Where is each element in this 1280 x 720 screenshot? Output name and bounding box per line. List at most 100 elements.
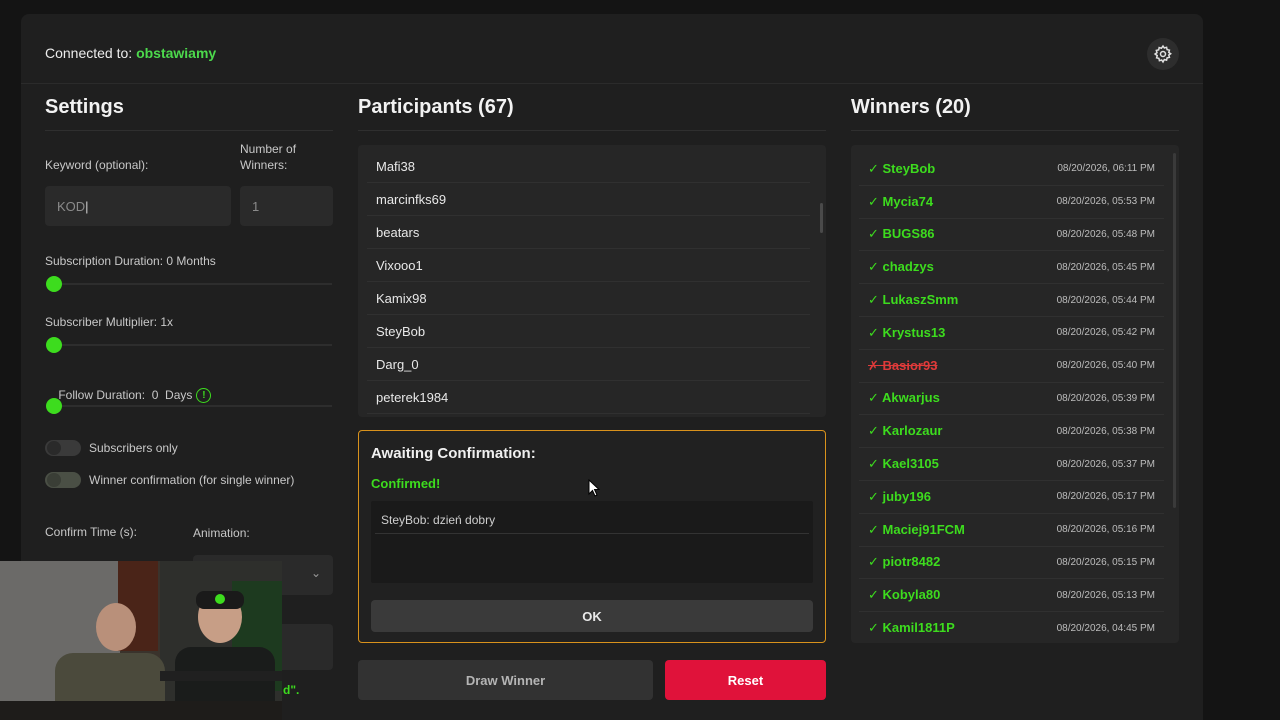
participants-list[interactable]: Mafi38 marcinfks69 beatars Vixooo1 Kamix… [358,145,826,417]
winner-row: ✓ SteyBob 08/20/2026, 06:11 PM [859,153,1164,186]
winner-timestamp: 08/20/2026, 05:39 PM [1056,392,1155,404]
winner-timestamp: 08/20/2026, 04:45 PM [1056,622,1155,634]
gear-icon [1153,44,1172,64]
subscriber-multiplier-knob[interactable] [46,337,62,353]
settings-divider [45,130,333,131]
winner-name: ✗ Basior93 [868,357,938,373]
chat-message-box: SteyBob: dzień dobry [371,501,813,583]
reset-button[interactable]: Reset [665,660,826,700]
winner-name: ✓ piotr8482 [868,554,941,570]
participant-item: Darg_0 [367,348,810,381]
chat-message: SteyBob: dzień dobry [381,513,496,527]
subscriber-multiplier-slider[interactable] [56,344,332,346]
winner-row: ✓ Akwarjus 08/20/2026, 05:39 PM [859,383,1164,416]
winner-row: ✓ Mycia74 08/20/2026, 05:53 PM [859,186,1164,219]
winner-name: ✓ Maciej91FCM [868,521,965,537]
winners-count-input[interactable]: 1 [240,186,333,226]
partial-label: d". [283,683,300,697]
winners-count-value: 1 [252,198,260,214]
participant-item: SteyBob [367,315,810,348]
winner-row: ✓ juby196 08/20/2026, 05:17 PM [859,481,1164,514]
follow-duration-text: Follow Duration: 0 Days [58,388,193,402]
winner-row: ✓ Kobyla80 08/20/2026, 05:13 PM [859,579,1164,613]
subscribers-only-toggle[interactable] [45,440,81,456]
settings-title: Settings [45,96,124,118]
winner-name: ✓ Kamil1811P [868,620,955,636]
winner-name: ✓ Akwarjus [868,390,940,406]
participant-item: Vixooo1 [367,249,810,282]
winner-confirmation-toggle[interactable] [45,472,81,488]
winner-name: ✓ BUGS86 [868,226,935,242]
participant-item: Kamix98 [367,282,810,315]
winner-row: ✓ LukaszSmm 08/20/2026, 05:44 PM [859,284,1164,317]
winners-count-label-line2: Winners: [240,158,288,172]
winner-row: ✓ Kael3105 08/20/2026, 05:37 PM [859,448,1164,481]
winners-count-label-line1: Number of [240,142,297,156]
winner-timestamp: 08/20/2026, 05:38 PM [1056,425,1155,437]
participant-item: peterek1984 [367,381,810,414]
participants-scrollbar[interactable] [820,203,823,233]
participants-divider [358,130,826,131]
winner-timestamp: 08/20/2026, 05:15 PM [1056,556,1155,568]
winner-row: ✓ Kamil1811P 08/20/2026, 04:45 PM [859,612,1164,643]
winner-timestamp: 08/20/2026, 06:11 PM [1057,163,1155,175]
webcam-overlay [0,561,282,720]
winner-name: ✓ SteyBob [868,160,936,176]
winner-row: ✓ chadzys 08/20/2026, 05:45 PM [859,251,1164,285]
confirmed-status: Confirmed! [371,476,441,491]
webcam-image [0,561,282,720]
awaiting-confirmation-panel: Awaiting Confirmation: Confirmed! SteyBo… [358,430,826,643]
winners-list[interactable]: ✓ SteyBob 08/20/2026, 06:11 PM ✓ Mycia74 08… [851,145,1179,643]
subscriber-multiplier-label: Subscriber Multiplier: 1x [45,315,174,329]
winner-name: ✓ LukaszSmm [868,292,959,308]
mouse-cursor [588,478,601,502]
winner-row: ✓ Maciej91FCM 08/20/2026, 05:16 PM [859,514,1164,547]
winners-scrollbar[interactable] [1173,153,1176,508]
winners-title: Winners (20) [851,96,971,118]
keyword-input-value: KOD [57,198,86,214]
info-icon[interactable]: ! [196,388,212,404]
follow-duration-slider[interactable] [56,405,332,407]
winner-confirmation-label: Winner confirmation (for single winner) [89,473,295,487]
follow-duration-label: Follow Duration: 0 Days! [45,374,212,417]
participant-item: beatars [367,216,810,249]
chevron-down-icon: ⌄ [310,566,321,580]
participant-item: Mafi38 [367,150,810,183]
winner-timestamp: 08/20/2026, 05:45 PM [1056,261,1155,273]
winner-timestamp: 08/20/2026, 05:17 PM [1056,491,1155,503]
winner-timestamp: 08/20/2026, 05:44 PM [1056,294,1155,306]
winner-timestamp: 08/20/2026, 05:53 PM [1056,196,1155,208]
animation-label: Animation: [193,526,250,540]
winner-name: ✓ Karlozaur [868,423,943,439]
winner-row: ✓ piotr8482 08/20/2026, 05:15 PM [859,547,1164,580]
subscription-duration-knob[interactable] [46,276,62,292]
winner-name: ✓ chadzys [868,259,934,275]
confirm-time-label: Confirm Time (s): [45,525,138,539]
winner-row: ✓ BUGS86 08/20/2026, 05:48 PM [859,219,1164,252]
connection-status: Connected to: obstawiamy [45,45,216,61]
winner-name: ✓ Mycia74 [868,193,934,209]
subscription-duration-slider[interactable] [56,283,332,285]
follow-duration-knob[interactable] [46,398,62,414]
connected-label: Connected to: [45,45,133,61]
winners-divider [851,130,1179,131]
keyword-input[interactable]: KOD | [45,186,231,226]
winner-timestamp: 08/20/2026, 05:13 PM [1056,589,1155,601]
winner-row: ✗ Basior93 08/20/2026, 05:40 PM [859,350,1164,383]
channel-name: obstawiamy [136,45,217,61]
settings-gear-button[interactable] [1147,38,1179,70]
keyword-label: Keyword (optional): [45,158,149,172]
header-divider [21,83,1203,84]
winner-timestamp: 08/20/2026, 05:37 PM [1056,458,1155,470]
subscription-duration-label: Subscription Duration: 0 Months [45,254,216,268]
participants-title: Participants (67) [358,96,514,118]
winner-timestamp: 08/20/2026, 05:40 PM [1056,360,1155,372]
winner-name: ✓ Kael3105 [868,456,939,472]
winner-name: ✓ Krystus13 [868,324,946,340]
winner-name: ✓ Kobyla80 [868,587,941,603]
winner-name: ✓ juby196 [868,488,931,504]
draw-winner-button[interactable]: Draw Winner [358,660,653,700]
winner-row: ✓ Krystus13 08/20/2026, 05:42 PM [859,317,1164,350]
winner-timestamp: 08/20/2026, 05:42 PM [1056,327,1155,339]
ok-button[interactable]: OK [371,600,813,632]
